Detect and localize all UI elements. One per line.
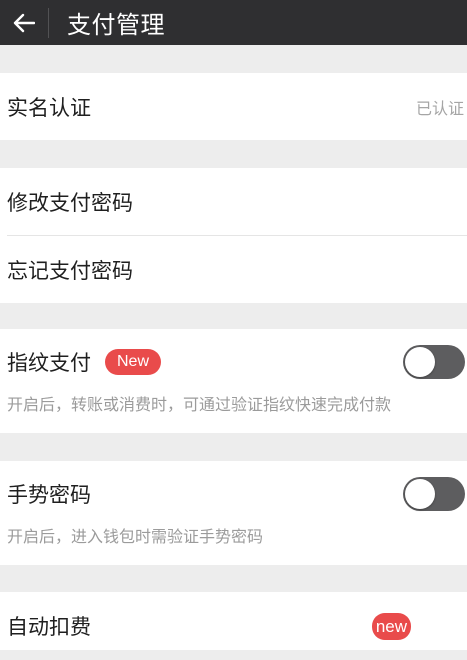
gesture-toggle[interactable]: [403, 477, 465, 511]
gesture-row: 手势密码: [0, 461, 467, 527]
autodeduct-label: 自动扣费: [7, 615, 91, 639]
fingerprint-group: 指纹支付 New 开启后，转账或消费时，可通过验证指纹快速完成付款: [0, 329, 467, 433]
realname-row[interactable]: 实名认证 已认证: [0, 73, 467, 140]
forgot-password-label: 忘记支付密码: [7, 258, 133, 283]
password-group: 修改支付密码 忘记支付密码: [0, 168, 467, 303]
fingerprint-row: 指纹支付 New: [0, 329, 467, 395]
forgot-password-row[interactable]: 忘记支付密码: [0, 236, 467, 303]
new-badge: New: [105, 349, 162, 375]
change-password-label: 修改支付密码: [7, 190, 133, 215]
gesture-group: 手势密码 开启后，进入钱包时需验证手势密码: [0, 461, 467, 565]
fingerprint-label: 指纹支付: [7, 351, 91, 375]
app-header: 支付管理: [0, 0, 467, 45]
gesture-description: 开启后，进入钱包时需验证手势密码: [7, 527, 264, 546]
toggle-knob: [405, 347, 435, 377]
toggle-knob: [405, 479, 435, 509]
realname-label: 实名认证: [7, 95, 91, 120]
autodeduct-group: 自动扣费 new: [0, 592, 467, 650]
arrow-left-icon: [13, 13, 35, 32]
fingerprint-description: 开启后，转账或消费时，可通过验证指纹快速完成付款: [7, 395, 392, 414]
realname-group: 实名认证 已认证: [0, 73, 467, 140]
realname-status: 已认证: [415, 98, 464, 118]
change-password-row[interactable]: 修改支付密码: [0, 168, 467, 235]
fingerprint-toggle[interactable]: [403, 345, 465, 379]
page-title: 支付管理: [67, 11, 165, 39]
header-divider: [48, 7, 49, 38]
new-badge: new: [371, 612, 411, 640]
gesture-label: 手势密码: [7, 483, 91, 507]
back-button[interactable]: [0, 0, 48, 45]
